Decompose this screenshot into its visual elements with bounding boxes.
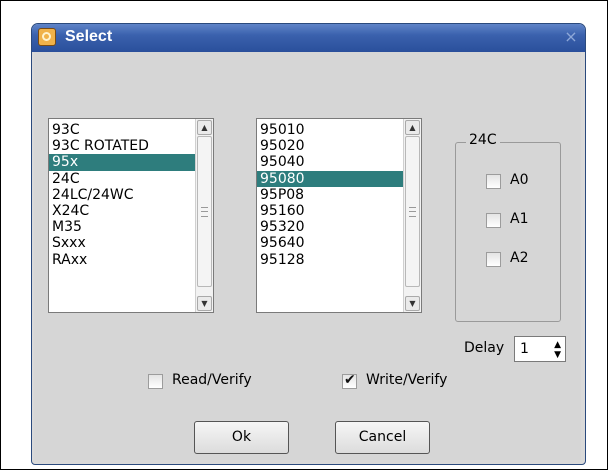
grip-icon — [409, 207, 416, 217]
read-verify-label: Read/Verify — [172, 372, 252, 388]
list-item[interactable]: 95010 — [257, 122, 421, 138]
list-item[interactable]: 95P08 — [257, 187, 421, 203]
scroll-thumb[interactable] — [405, 136, 420, 287]
read-verify-checkbox[interactable] — [148, 374, 163, 389]
scroll-down-icon[interactable]: ▼ — [197, 296, 212, 311]
list-item[interactable]: M35 — [49, 219, 213, 235]
scroll-down-icon[interactable]: ▼ — [405, 296, 420, 311]
device-family-items: 93C 93C ROTATED 95x 24C 24LC/24WC X24C M35 Sxxx… — [49, 119, 213, 268]
ok-button[interactable]: Ok — [194, 421, 289, 454]
write-verify-checkbox[interactable] — [342, 372, 357, 389]
checkbox-a0-label: A0 — [510, 172, 529, 188]
scroll-up-icon[interactable]: ▲ — [405, 120, 420, 135]
select-dialog: Select × 93C 93C ROTATED 95x 24C 24LC/24WC X2… — [31, 23, 586, 465]
list-item[interactable]: 95080 — [257, 170, 421, 187]
dialog-client-area: 93C 93C ROTATED 95x 24C 24LC/24WC X24C M35 Sxxx… — [34, 52, 581, 460]
list-item[interactable]: X24C — [49, 203, 213, 219]
spinner-up-icon[interactable]: ▲ — [554, 340, 561, 350]
window-title: Select — [65, 28, 113, 45]
delay-label: Delay — [464, 340, 505, 356]
checkbox-a2[interactable] — [486, 252, 501, 267]
device-model-list[interactable]: 95010 95020 95040 95080 95P08 95160 95320 95640… — [256, 118, 422, 313]
group-24c-label: 24C — [466, 132, 500, 148]
checkbox-a0[interactable] — [486, 174, 501, 189]
device-family-scrollbar[interactable]: ▲ ▼ — [195, 119, 213, 312]
title-bar[interactable]: Select × — [32, 24, 585, 52]
scroll-thumb[interactable] — [197, 136, 212, 287]
cancel-button[interactable]: Cancel — [335, 421, 430, 454]
device-model-scrollbar[interactable]: ▲ ▼ — [403, 119, 421, 312]
list-item[interactable]: 95x — [49, 154, 213, 171]
list-item[interactable]: 95020 — [257, 138, 421, 154]
list-item[interactable]: 95040 — [257, 154, 421, 170]
list-item[interactable]: 24C — [49, 171, 213, 187]
delay-value: 1 — [520, 341, 529, 357]
list-item[interactable]: 95128 — [257, 252, 421, 268]
list-item[interactable]: 95160 — [257, 203, 421, 219]
list-item[interactable]: 93C ROTATED — [49, 138, 213, 154]
device-family-list[interactable]: 93C 93C ROTATED 95x 24C 24LC/24WC X24C M35 Sxxx… — [48, 118, 214, 313]
checkbox-a1-label: A1 — [510, 211, 529, 227]
device-model-items: 95010 95020 95040 95080 95P08 95160 95320 95640… — [257, 119, 421, 268]
list-item[interactable]: 95640 — [257, 235, 421, 251]
app-icon — [38, 28, 56, 46]
list-item[interactable]: Sxxx — [49, 235, 213, 251]
spinner-down-icon[interactable]: ▼ — [554, 350, 561, 360]
delay-spinner[interactable]: 1 ▲ ▼ — [514, 336, 566, 362]
list-item[interactable]: 93C — [49, 122, 213, 138]
group-24c — [455, 142, 561, 322]
list-item[interactable]: RAxx — [49, 252, 213, 268]
checkbox-a1[interactable] — [486, 213, 501, 228]
checkbox-a2-label: A2 — [510, 250, 529, 266]
list-item[interactable]: 24LC/24WC — [49, 187, 213, 203]
grip-icon — [201, 207, 208, 217]
scroll-up-icon[interactable]: ▲ — [197, 120, 212, 135]
write-verify-label: Write/Verify — [366, 372, 448, 388]
list-item[interactable]: 95320 — [257, 219, 421, 235]
close-icon[interactable]: × — [561, 27, 581, 47]
